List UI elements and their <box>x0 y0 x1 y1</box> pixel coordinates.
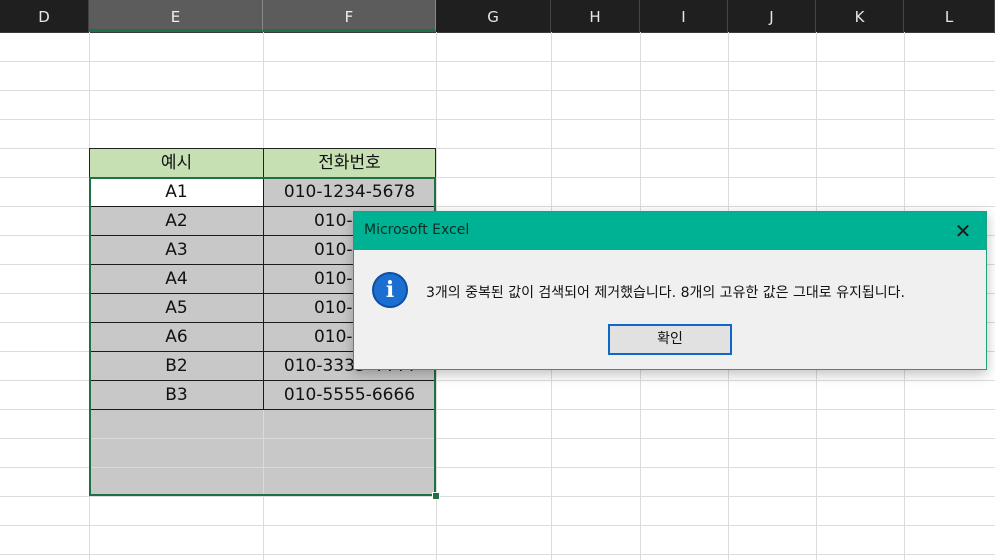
column-header-j[interactable]: J <box>728 0 816 32</box>
column-header-l[interactable]: L <box>904 0 995 32</box>
table-cell-phone[interactable]: 010-1234-5678 <box>264 178 435 206</box>
grid-line <box>0 554 995 555</box>
table-header-phone[interactable]: 전화번호 <box>263 148 436 178</box>
info-icon: i <box>372 272 408 308</box>
table-cell-example[interactable]: A4 <box>90 265 263 293</box>
grid-line <box>0 61 995 62</box>
column-header-bar: D E F G H I J K L <box>0 0 995 33</box>
grid-line <box>263 410 264 495</box>
message-dialog: Microsoft Excel ✕ i 3개의 중복된 값이 검색되어 제거했습… <box>353 211 987 370</box>
grid-line <box>0 90 995 91</box>
fill-handle[interactable] <box>432 492 440 500</box>
table-header-example[interactable]: 예시 <box>89 148 264 178</box>
column-header-d[interactable]: D <box>0 0 89 32</box>
column-header-i[interactable]: I <box>640 0 728 32</box>
grid-line <box>0 525 995 526</box>
grid-line <box>0 119 995 120</box>
column-header-f[interactable]: F <box>263 0 436 32</box>
dialog-titlebar[interactable]: Microsoft Excel ✕ <box>354 212 986 250</box>
table-cell-example[interactable]: A6 <box>90 323 263 351</box>
column-header-e[interactable]: E <box>89 0 263 32</box>
table-border <box>263 178 264 410</box>
dialog-message: 3개의 중복된 값이 검색되어 제거했습니다. 8개의 고유한 값은 그대로 유… <box>426 285 905 301</box>
grid-line <box>0 496 995 497</box>
table-cell-example[interactable]: B3 <box>90 381 263 409</box>
column-header-g[interactable]: G <box>436 0 551 32</box>
dialog-title: Microsoft Excel <box>364 222 470 238</box>
table-cell-example[interactable]: B2 <box>90 352 263 380</box>
table-cell-example[interactable]: A2 <box>90 207 263 235</box>
table-cell-example[interactable]: A1 <box>90 178 263 206</box>
column-header-h[interactable]: H <box>551 0 640 32</box>
ok-button[interactable]: 확인 <box>608 324 732 355</box>
table-cell-phone[interactable]: 010-5555-6666 <box>264 381 435 409</box>
table-cell-example[interactable]: A5 <box>90 294 263 322</box>
close-icon[interactable]: ✕ <box>940 212 986 250</box>
column-header-k[interactable]: K <box>816 0 904 32</box>
table-cell-example[interactable]: A3 <box>90 236 263 264</box>
